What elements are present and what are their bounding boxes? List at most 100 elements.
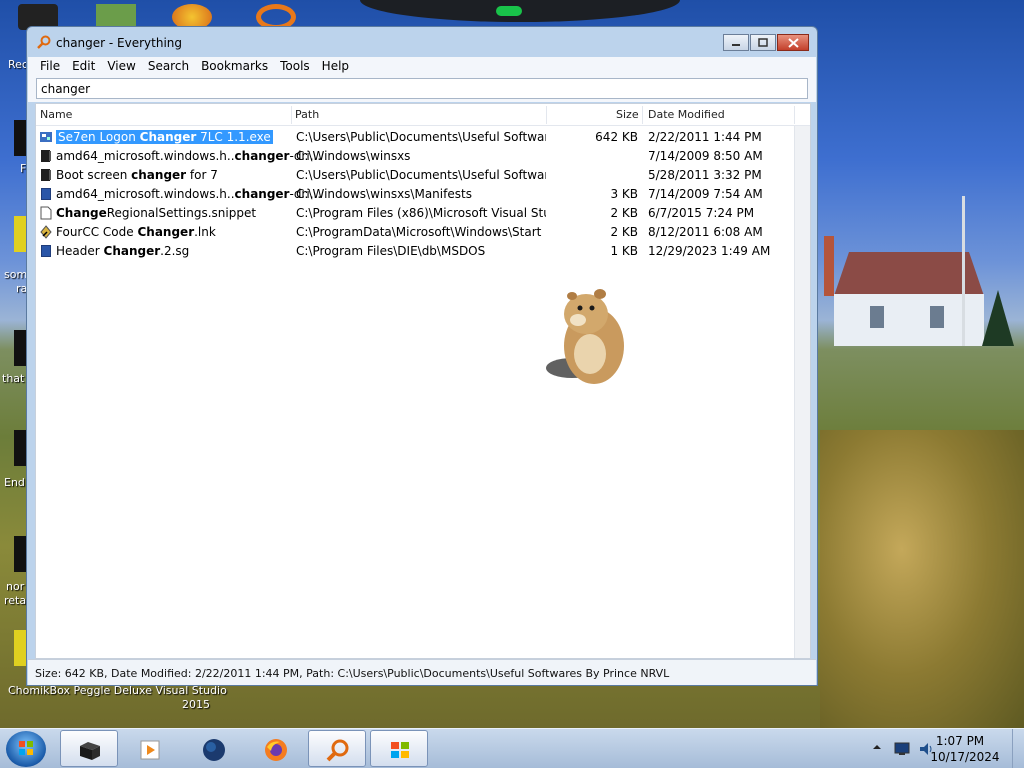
menu-file[interactable]: File <box>34 57 66 77</box>
window-title: changer - Everything <box>56 36 183 50</box>
menu-bookmarks[interactable]: Bookmarks <box>195 57 274 77</box>
file-name: ChangeRegionalSettings.snippet <box>56 206 257 220</box>
column-size[interactable]: Size <box>616 108 639 121</box>
show-hidden-icons-chevron-up-icon[interactable] <box>872 742 882 752</box>
file-path: C:\Users\Public\Documents\Useful Softwar… <box>296 168 546 182</box>
file-path: C:\Program Files (x86)\Microsoft Visual … <box>296 206 546 220</box>
vertical-scrollbar[interactable] <box>794 126 810 658</box>
close-icon <box>787 37 799 48</box>
menu-bar: File Edit View Search Bookmarks Tools He… <box>28 57 816 77</box>
file-size: 2 KB <box>610 225 638 239</box>
table-row[interactable]: Se7en Logon Changer 7LC 1.1.exe C:\Users\… <box>36 128 810 147</box>
folder-dark-icon <box>41 169 51 181</box>
desktop-label-that[interactable]: that <box>2 372 24 385</box>
file-name: Boot screen changer for 7 <box>56 168 218 182</box>
maximize-button[interactable] <box>750 34 776 51</box>
windows-orb-icon <box>19 741 33 755</box>
results-list: Name Path Size Date Modified Se7en Logon… <box>35 103 811 659</box>
manifest-icon <box>41 245 51 257</box>
everything-window: changer - Everything File Edit View Sear… <box>26 26 818 686</box>
minimize-icon <box>732 43 740 46</box>
column-name[interactable]: Name <box>40 108 72 121</box>
menu-help[interactable]: Help <box>316 57 355 77</box>
network-monitor-icon[interactable] <box>894 742 910 756</box>
menu-edit[interactable]: Edit <box>66 57 101 77</box>
file-date-modified: 7/14/2009 8:50 AM <box>648 149 763 163</box>
wallpaper-flagpole <box>962 196 965 346</box>
folder-dark-icon <box>41 150 51 162</box>
file-path: C:\Windows\winsxs\Manifests <box>296 187 472 201</box>
search-input[interactable] <box>36 78 808 99</box>
column-path[interactable]: Path <box>295 108 319 121</box>
wallpaper-tree <box>982 290 1014 346</box>
file-date-modified: 6/7/2015 7:24 PM <box>648 206 755 220</box>
file-name: FourCC Code Changer.lnk <box>56 225 216 239</box>
table-row[interactable]: amd64_microsoft.windows.h..changer-dri..… <box>36 185 810 204</box>
clock-time[interactable]: 1:07 PM <box>925 734 995 748</box>
file-size: 1 KB <box>610 244 638 258</box>
file-name: amd64_microsoft.windows.h..changer-dri..… <box>56 187 322 201</box>
status-text: Size: 642 KB, Date Modified: 2/22/2011 1… <box>35 667 670 680</box>
globe-icon <box>203 739 225 761</box>
file-size: 3 KB <box>610 187 638 201</box>
file-date-modified: 2/22/2011 1:44 PM <box>648 130 762 144</box>
file-date-modified: 8/12/2011 6:08 AM <box>648 225 763 239</box>
desktop-label-end[interactable]: End <box>4 476 25 489</box>
menu-tools[interactable]: Tools <box>274 57 316 77</box>
file-date-modified: 5/28/2011 3:32 PM <box>648 168 762 182</box>
taskbar-button-media-player[interactable] <box>120 730 178 767</box>
search-row <box>28 77 816 102</box>
table-row[interactable]: Boot screen changer for 7 C:\Users\Public… <box>36 166 810 185</box>
file-path: C:\Users\Public\Documents\Useful Softwar… <box>296 130 546 144</box>
taskbar-button-everything[interactable] <box>308 730 366 767</box>
desktop-label-vs-year[interactable]: 2015 <box>182 698 210 711</box>
manifest-icon <box>41 188 51 200</box>
start-button[interactable] <box>6 731 46 767</box>
desktop-label-some[interactable]: som <box>4 268 27 281</box>
exe-icon <box>40 132 52 142</box>
file-name: Se7en Logon Changer 7LC 1.1.exe <box>56 130 273 144</box>
taskbar-button-windows[interactable] <box>370 730 428 767</box>
column-header: Name Path Size Date Modified <box>36 104 810 126</box>
maximize-icon <box>758 38 768 47</box>
menu-search[interactable]: Search <box>142 57 195 77</box>
show-desktop-button[interactable] <box>1012 729 1024 768</box>
taskbar: 1:07 PM 10/17/2024 <box>0 728 1024 768</box>
taskbar-button-firefox[interactable] <box>246 730 304 767</box>
file-date-modified: 7/14/2009 7:54 AM <box>648 187 763 201</box>
wallpaper-field <box>820 430 1024 728</box>
table-row[interactable]: FourCC Code Changer.lnk C:\ProgramData\Mi… <box>36 223 810 242</box>
hamster-desktop-pet[interactable] <box>542 284 632 388</box>
file-name: Header Changer.2.sg <box>56 244 190 258</box>
table-row[interactable]: ChangeRegionalSettings.snippet C:\Program… <box>36 204 810 223</box>
taskbar-button-globe[interactable] <box>184 730 242 767</box>
file-path: C:\ProgramData\Microsoft\Windows\Start M… <box>296 225 546 239</box>
everything-search-icon <box>326 739 349 762</box>
table-row[interactable]: Header Changer.2.sg C:\Program Files\DIE\… <box>36 242 810 261</box>
system-tray: 1:07 PM 10/17/2024 <box>864 729 1024 768</box>
clock-date[interactable]: 10/17/2024 <box>925 750 1005 764</box>
shortcut-icon <box>40 225 52 239</box>
windows-logo-icon <box>391 742 409 758</box>
file-name: amd64_microsoft.windows.h..changer-dri..… <box>56 149 322 163</box>
firefox-icon <box>265 739 287 761</box>
taskbar-button-console[interactable] <box>60 730 118 767</box>
status-bar: Size: 642 KB, Date Modified: 2/22/2011 1… <box>28 659 816 685</box>
media-player-icon <box>140 740 160 760</box>
file-path: C:\Windows\winsxs <box>296 149 411 163</box>
desktop-label-reta[interactable]: reta <box>4 594 26 607</box>
table-row[interactable]: amd64_microsoft.windows.h..changer-dri..… <box>36 147 810 166</box>
file-size: 2 KB <box>610 206 638 220</box>
close-button[interactable] <box>777 34 809 51</box>
desktop-label-nor[interactable]: nor <box>6 580 24 593</box>
file-icon <box>40 206 52 220</box>
desktop-gadget-bar <box>360 0 680 22</box>
title-bar[interactable]: changer - Everything <box>27 27 817 57</box>
minimize-button[interactable] <box>723 34 749 51</box>
everything-search-icon <box>37 35 51 49</box>
column-date-modified[interactable]: Date Modified <box>648 108 725 121</box>
file-size: 642 KB <box>595 130 638 144</box>
desktop-label-rec[interactable]: Rec <box>8 58 28 71</box>
menu-view[interactable]: View <box>101 57 141 77</box>
file-date-modified: 12/29/2023 1:49 AM <box>648 244 771 258</box>
